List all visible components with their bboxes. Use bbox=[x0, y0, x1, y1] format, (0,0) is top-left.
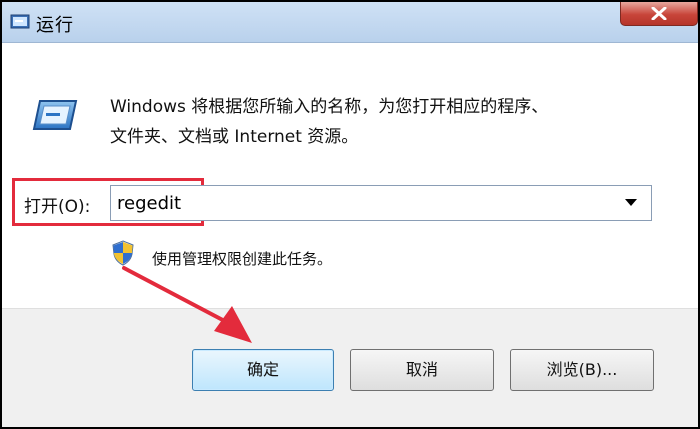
run-dialog-icon bbox=[32, 97, 78, 133]
cancel-button[interactable]: 取消 bbox=[350, 349, 494, 391]
title-bar[interactable]: 运行 bbox=[2, 2, 698, 43]
open-input[interactable] bbox=[117, 188, 597, 218]
admin-privilege-note: 使用管理权限创建此任务。 bbox=[152, 250, 333, 268]
open-label: 打开(O): bbox=[24, 197, 91, 217]
browse-button[interactable]: 浏览(B)... bbox=[510, 349, 654, 391]
close-button[interactable] bbox=[620, 2, 698, 26]
run-dialog: 运行 Windows 将根据您所输入的名称，为您打开相应的程序、 文件夹、文档或… bbox=[0, 0, 700, 429]
dropdown-arrow-icon[interactable] bbox=[625, 199, 637, 206]
dialog-description: Windows 将根据您所输入的名称，为您打开相应的程序、 文件夹、文档或 In… bbox=[110, 92, 548, 152]
description-line-2: 文件夹、文档或 Internet 资源。 bbox=[110, 127, 359, 147]
description-line-1: Windows 将根据您所输入的名称，为您打开相应的程序、 bbox=[110, 97, 549, 117]
ok-button[interactable]: 确定 bbox=[192, 349, 334, 391]
close-icon bbox=[651, 7, 667, 20]
window-title: 运行 bbox=[36, 15, 74, 36]
uac-shield-icon bbox=[112, 240, 134, 266]
run-app-icon bbox=[10, 14, 30, 29]
open-combobox[interactable] bbox=[110, 185, 652, 221]
